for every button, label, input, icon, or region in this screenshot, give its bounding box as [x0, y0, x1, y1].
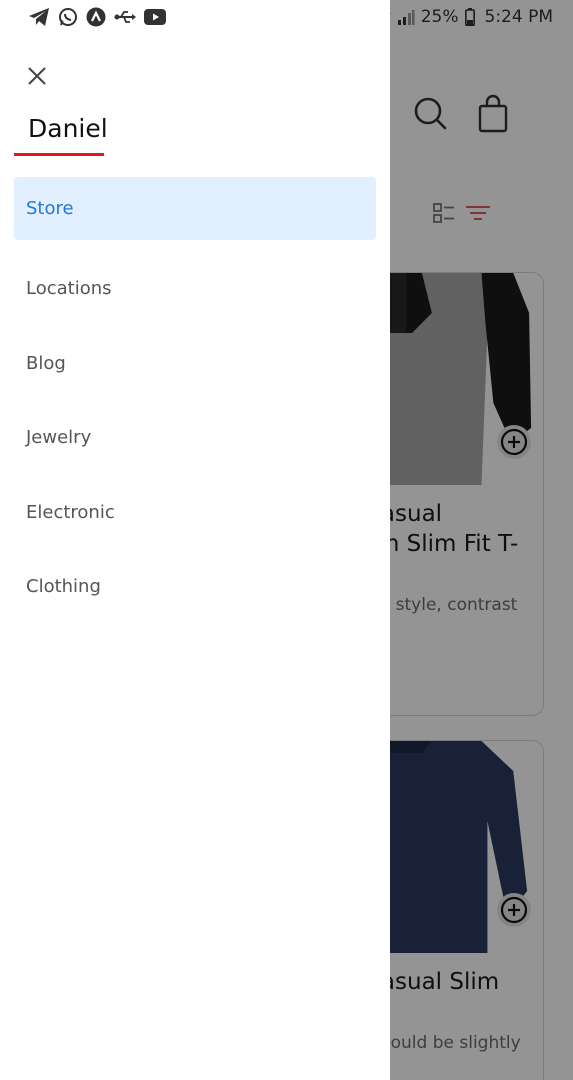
telegram-icon: [29, 8, 49, 26]
nav-item-jewelry[interactable]: Jewelry: [14, 401, 376, 476]
status-bar-left: [0, 0, 390, 34]
nav-item-electronic[interactable]: Electronic: [14, 475, 376, 550]
nav-item-blog[interactable]: Blog: [14, 326, 376, 401]
nav-item-store[interactable]: Store: [14, 177, 376, 240]
nav-item-locations[interactable]: Locations: [14, 252, 376, 327]
user-name-underline: [14, 153, 104, 156]
navigation-drawer: Daniel Store Locations Blog Jewelry Elec…: [0, 0, 390, 1080]
app-icon: [86, 7, 106, 27]
close-icon: [28, 67, 46, 85]
usb-icon: [114, 11, 136, 23]
youtube-icon: [144, 9, 166, 25]
drawer-nav-list: Store Locations Blog Jewelry Electronic …: [14, 177, 376, 624]
close-drawer-button[interactable]: [24, 63, 50, 89]
whatsapp-icon: [59, 8, 77, 26]
nav-item-clothing[interactable]: Clothing: [14, 550, 376, 625]
user-name: Daniel: [28, 114, 108, 143]
